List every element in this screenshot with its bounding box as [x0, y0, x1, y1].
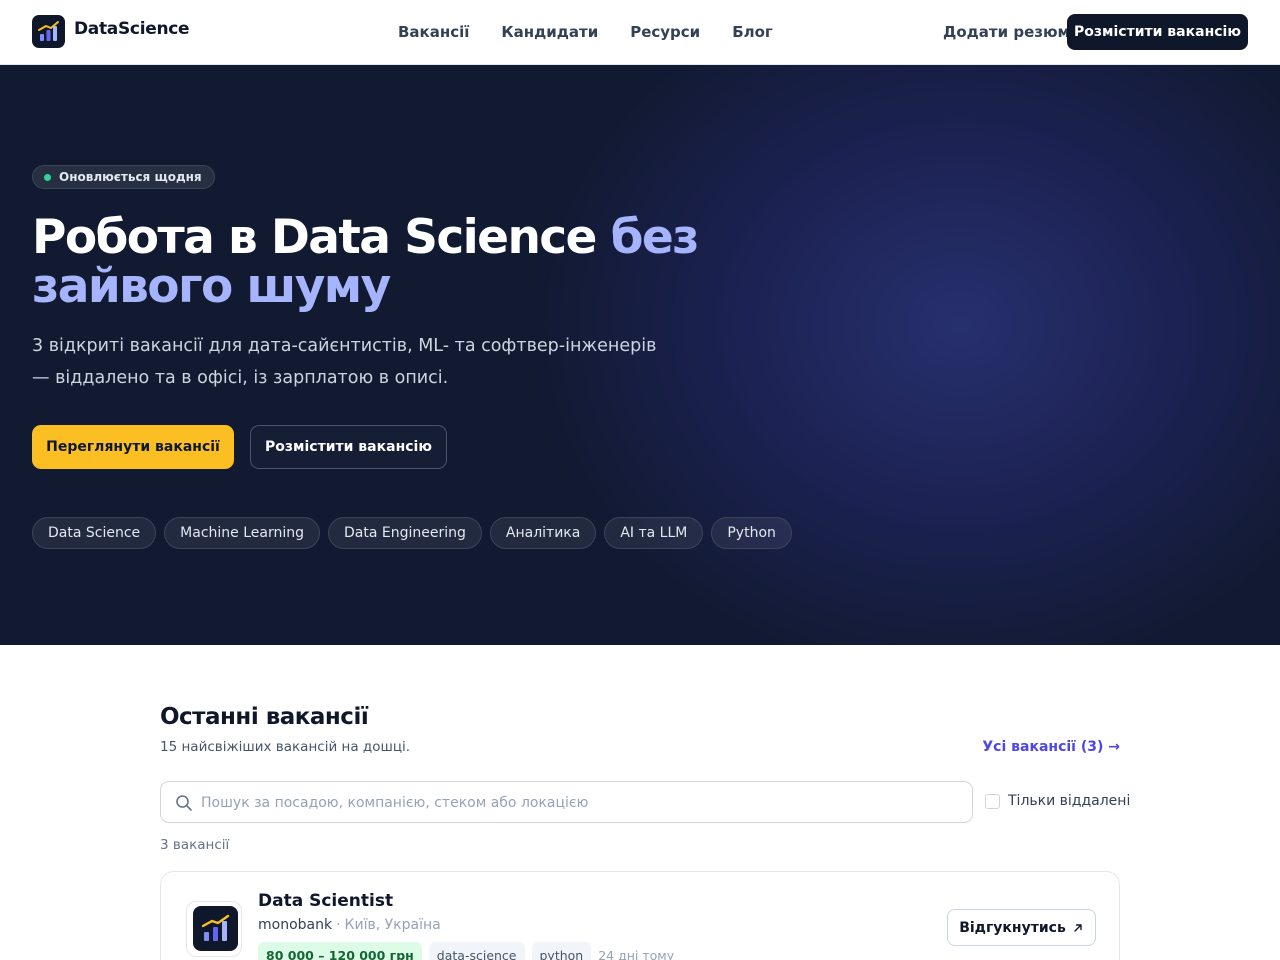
- chip-python[interactable]: Python: [711, 517, 792, 549]
- category-chips: Data Science Machine Learning Data Engin…: [32, 517, 792, 549]
- job-search: [160, 781, 973, 823]
- logo[interactable]: [32, 15, 65, 48]
- job-location: Київ, Україна: [344, 917, 441, 933]
- all-jobs-link[interactable]: Усі вакансії (3) →: [982, 739, 1120, 755]
- chip-machine-learning[interactable]: Machine Learning: [164, 517, 320, 549]
- chip-data-science[interactable]: Data Science: [32, 517, 157, 549]
- badge-label: Оновлюється щодня: [59, 170, 202, 184]
- nav-item-blog[interactable]: Блог: [732, 23, 773, 41]
- job-meta: monobank · Київ, Україна: [258, 917, 441, 933]
- post-job-hero-button[interactable]: Розмістити вакансію: [250, 425, 447, 469]
- search-input[interactable]: [201, 791, 961, 815]
- job-tags: 80 000 – 120 000 грн data-science python…: [258, 942, 674, 960]
- hero-section: Оновлюється щодня Робота в Data Science …: [0, 65, 1280, 645]
- remote-only-checkbox[interactable]: [985, 793, 1000, 809]
- nav-item-resources[interactable]: Ресурси: [630, 23, 700, 41]
- remote-only-label: Тільки віддалені: [1008, 793, 1131, 809]
- job-company: monobank: [258, 917, 333, 933]
- browse-jobs-button[interactable]: Переглянути вакансії: [32, 425, 234, 469]
- latest-jobs-subtitle: 15 найсвіжіших вакансій на дошці.: [160, 739, 411, 755]
- brand-name[interactable]: DataScience: [74, 19, 190, 39]
- hero-title-main: Робота в Data Science: [32, 210, 611, 265]
- apply-button[interactable]: Відгукнутись: [947, 909, 1096, 946]
- chip-data-engineering[interactable]: Data Engineering: [328, 517, 482, 549]
- chip-analytics[interactable]: Аналітика: [489, 517, 597, 549]
- skill-tag: data-science: [428, 942, 525, 960]
- skill-tag: python: [531, 942, 592, 960]
- latest-jobs-title: Останні вакансії: [160, 704, 369, 730]
- site-header: DataScience Вакансії Кандидати Ресурси Б…: [0, 0, 1280, 65]
- external-arrow-icon: [1074, 923, 1082, 932]
- remote-only-filter[interactable]: Тільки віддалені: [985, 793, 1130, 809]
- status-dot-icon: [44, 174, 51, 181]
- bar-chart-trend-icon: [38, 21, 59, 41]
- chip-ai-llm[interactable]: AI та LLM: [604, 517, 704, 549]
- results-count: 3 вакансії: [160, 837, 230, 853]
- meta-separator: ·: [336, 917, 341, 933]
- bar-chart-trend-icon: [201, 914, 230, 941]
- nav-item-vacancies[interactable]: Вакансії: [398, 23, 469, 41]
- posted-date: 24 дні тому: [598, 947, 675, 960]
- updated-daily-badge: Оновлюється щодня: [32, 165, 215, 189]
- job-title[interactable]: Data Scientist: [258, 891, 393, 911]
- hero-title: Робота в Data Science без зайвого шуму: [32, 213, 732, 311]
- job-card[interactable]: Data Scientist monobank · Київ, Україна 80…: [160, 871, 1120, 960]
- post-job-button[interactable]: Розмістити вакансію: [1067, 14, 1248, 50]
- search-icon: [176, 795, 192, 811]
- company-logo: [186, 901, 242, 957]
- add-resume-link[interactable]: Додати резюме: [943, 23, 1080, 41]
- hero-subtitle: 3 відкриті вакансії для дата-сайєнтистів…: [32, 336, 657, 388]
- apply-label: Відгукнутись: [959, 919, 1066, 936]
- salary-tag: 80 000 – 120 000 грн: [258, 942, 422, 960]
- nav-item-candidates[interactable]: Кандидати: [501, 23, 598, 41]
- main-nav: Вакансії Кандидати Ресурси Блог: [398, 23, 773, 41]
